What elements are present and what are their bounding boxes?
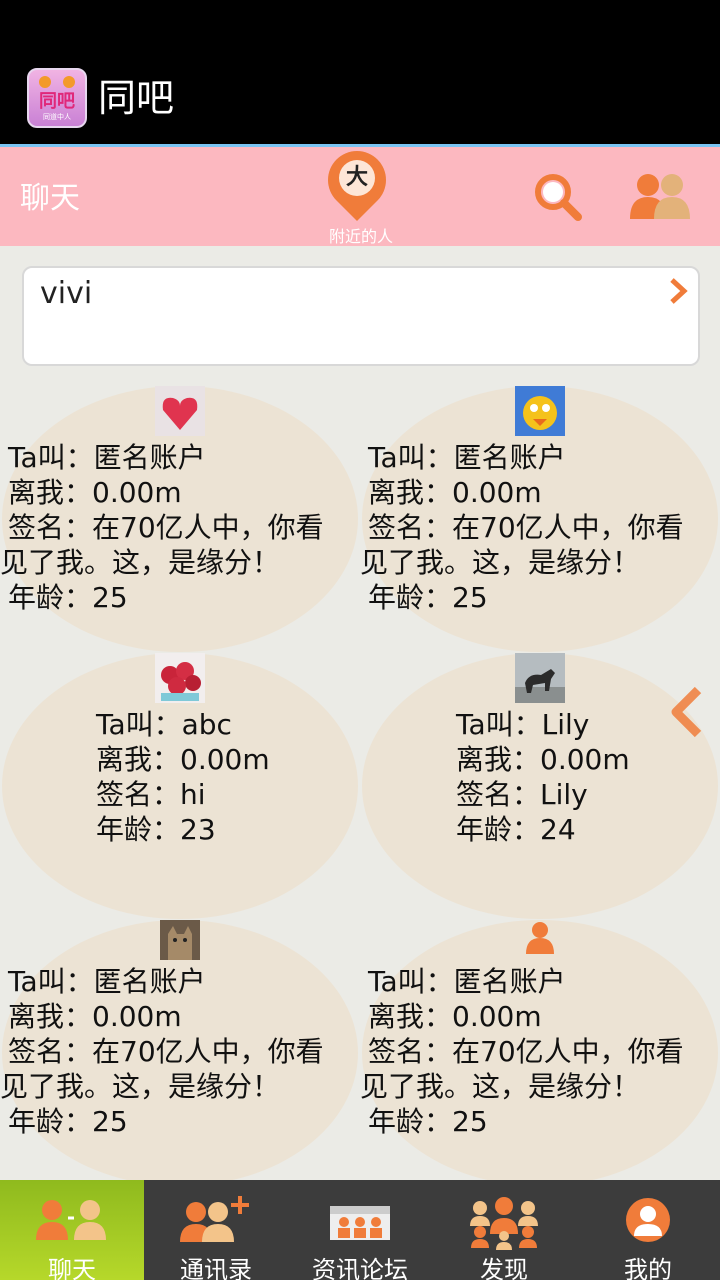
- nav-contacts[interactable]: 通讯录: [144, 1180, 288, 1280]
- user-signature: 签名：hi: [96, 778, 206, 811]
- default-person-avatar: [526, 922, 554, 954]
- user-distance: 离我：0.00m: [368, 476, 542, 509]
- nav-discover[interactable]: 发现: [432, 1180, 576, 1280]
- user-age: 年龄：23: [96, 813, 216, 846]
- search-input[interactable]: vivi: [22, 266, 700, 366]
- strawberry-heart-avatar: [155, 386, 205, 436]
- nav-mine[interactable]: 我的: [576, 1180, 720, 1280]
- user-signature-cont: 见了我。这，是缘分！: [0, 1070, 281, 1103]
- user-signature: 签名：在70亿人中，你看: [368, 511, 684, 544]
- user-signature: 签名：在70亿人中，你看: [8, 1035, 324, 1068]
- user-name: Ta叫：匿名账户: [8, 965, 206, 998]
- logo-text: 同吧: [39, 91, 75, 112]
- logo-subtext: 同道中人: [43, 113, 71, 121]
- nav-label: 我的: [624, 1256, 672, 1280]
- app-title: 同吧: [98, 76, 175, 120]
- user-card[interactable]: Ta叫：abc 离我：0.00m 签名：hi 年龄：23: [0, 653, 360, 919]
- user-age: 年龄：24: [456, 813, 576, 846]
- user-distance: 离我：0.00m: [456, 743, 630, 776]
- profile-icon: [626, 1198, 670, 1242]
- contacts-icon[interactable]: [628, 171, 692, 223]
- user-age: 年龄：25: [368, 581, 488, 614]
- user-name: Ta叫：Lily: [456, 708, 590, 741]
- cat-photo-avatar: [160, 920, 200, 960]
- user-age: 年龄：25: [8, 1105, 128, 1138]
- user-card[interactable]: Ta叫：匿名账户 离我：0.00m 签名：在70亿人中，你看 见了我。这，是缘分…: [360, 920, 720, 1186]
- dog-photo-avatar: [515, 653, 565, 703]
- user-name: Ta叫：abc: [96, 708, 232, 741]
- user-signature: 签名：在70亿人中，你看: [8, 511, 324, 544]
- chat-people-icon: [36, 1200, 106, 1240]
- search-icon[interactable]: [532, 171, 584, 223]
- search-value: vivi: [40, 276, 93, 311]
- forum-icon: [330, 1206, 390, 1240]
- user-name: Ta叫：匿名账户: [368, 965, 566, 998]
- user-age: 年龄：25: [8, 581, 128, 614]
- nearby-pin-char: 大: [339, 160, 375, 196]
- user-card[interactable]: Ta叫：匿名账户 离我：0.00m 签名：在70亿人中，你看 见了我。这，是缘分…: [0, 920, 360, 1186]
- nav-label: 通讯录: [180, 1256, 252, 1280]
- app-bar: 同吧 同道中人 同吧: [0, 52, 720, 144]
- top-toolbar: 聊天 大 附近的人: [0, 138, 720, 247]
- user-distance: 离我：0.00m: [96, 743, 270, 776]
- status-bar: [0, 0, 720, 52]
- nearby-label: 附近的人: [328, 227, 393, 246]
- user-name: Ta叫：匿名账户: [368, 441, 566, 474]
- user-age: 年龄：25: [368, 1105, 488, 1138]
- nav-label: 聊天: [48, 1256, 96, 1280]
- user-distance: 离我：0.00m: [368, 1000, 542, 1033]
- nearby-people-button[interactable]: 大 附近的人: [315, 138, 406, 247]
- add-contact-icon: [180, 1196, 249, 1242]
- chat-tab[interactable]: 聊天: [20, 173, 80, 217]
- app-logo: 同吧 同道中人: [27, 68, 87, 128]
- user-signature-cont: 见了我。这，是缘分！: [360, 546, 641, 579]
- nav-label: 资讯论坛: [312, 1256, 408, 1280]
- user-card[interactable]: Ta叫：Lily 离我：0.00m 签名：Lily 年龄：24: [360, 653, 720, 919]
- nav-label: 发现: [480, 1256, 528, 1280]
- bottom-nav: 聊天 通讯录 资讯论坛 发现 我的: [0, 1180, 720, 1280]
- discover-group-icon: [470, 1197, 538, 1250]
- user-name: Ta叫：匿名账户: [8, 441, 206, 474]
- user-signature-cont: 见了我。这，是缘分！: [360, 1070, 641, 1103]
- nav-chat[interactable]: 聊天: [0, 1180, 144, 1280]
- cartoon-bird-avatar: [515, 386, 565, 436]
- nav-forum[interactable]: 资讯论坛: [288, 1180, 432, 1280]
- chevron-right-icon[interactable]: [666, 276, 690, 306]
- user-distance: 离我：0.00m: [8, 1000, 182, 1033]
- user-distance: 离我：0.00m: [8, 476, 182, 509]
- user-signature: 签名：在70亿人中，你看: [368, 1035, 684, 1068]
- user-card[interactable]: Ta叫：匿名账户 离我：0.00m 签名：在70亿人中，你看 见了我。这，是缘分…: [360, 386, 720, 652]
- lychee-avatar: [155, 653, 205, 703]
- user-signature: 签名：Lily: [456, 778, 588, 811]
- chevron-left-icon[interactable]: [668, 686, 704, 738]
- user-card[interactable]: Ta叫：匿名账户 离我：0.00m 签名：在70亿人中，你看 见了我。这，是缘分…: [0, 386, 360, 652]
- user-signature-cont: 见了我。这，是缘分！: [0, 546, 281, 579]
